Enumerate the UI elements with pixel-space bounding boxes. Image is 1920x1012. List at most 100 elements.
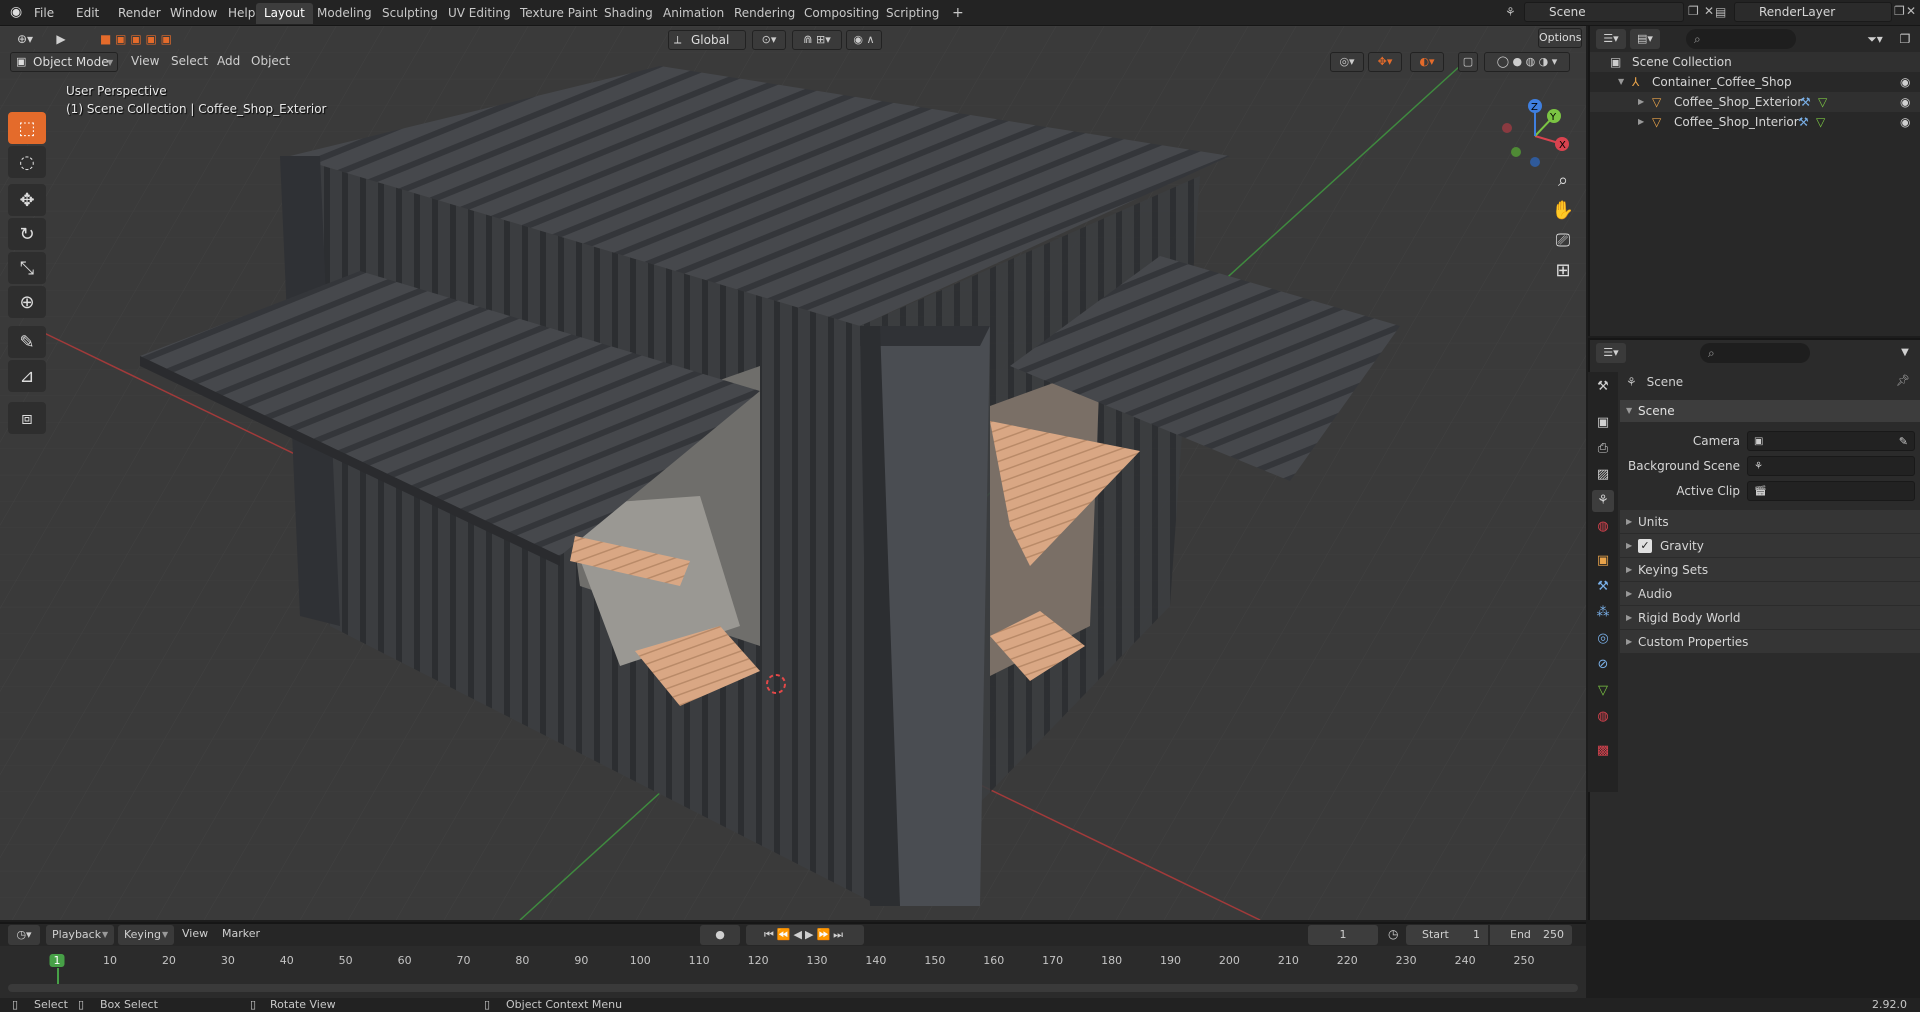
display-mode-button[interactable]: ▤▾ — [1630, 29, 1660, 49]
outliner-row-interior[interactable]: ▶ ▽ Coffee_Shop_Interior ⚒ ▽ ◉ — [1590, 112, 1920, 132]
tab-rendering[interactable]: Rendering — [726, 3, 803, 24]
eyedropper-icon[interactable]: ✎ — [1899, 430, 1908, 454]
keying-sets-panel-header[interactable]: ▶ Keying Sets — [1620, 558, 1920, 582]
tab-uv-editing[interactable]: UV Editing — [440, 3, 519, 24]
gravity-checkbox[interactable]: ✓ — [1638, 539, 1652, 553]
collapse-arrow-icon[interactable]: ▶ — [1638, 92, 1644, 112]
outliner-row-scene-collection[interactable]: ▣ Scene Collection — [1590, 52, 1920, 72]
end-frame-field[interactable]: End 250 — [1490, 925, 1572, 945]
timeline-menu-marker[interactable]: Marker — [222, 927, 260, 940]
editor-type-button[interactable]: ⊕▾ — [8, 29, 42, 49]
keying-menu[interactable]: Keying ▼ — [118, 925, 174, 945]
zoom-button[interactable]: ⌕ — [1548, 166, 1578, 196]
overlays-button[interactable]: ◐▾ — [1410, 52, 1444, 72]
tab-texture-paint[interactable]: Texture Paint — [512, 3, 605, 24]
move-tool[interactable]: ✥ — [8, 184, 46, 216]
blender-logo-icon[interactable]: ◉ — [10, 4, 22, 20]
tab-render[interactable]: ▣ — [1592, 412, 1614, 434]
background-scene-field[interactable]: ⚘ — [1747, 456, 1915, 476]
scene-panel-header[interactable]: ▼ Scene — [1620, 400, 1920, 422]
tab-tool[interactable]: ⚒ — [1592, 376, 1614, 398]
ortho-toggle-button[interactable]: ⊞ — [1548, 256, 1578, 286]
tab-layout[interactable]: Layout — [256, 3, 313, 24]
transform-orientation-selector[interactable]: ⟂ Global — [668, 30, 746, 50]
camera-view-button[interactable]: ⎚ — [1548, 226, 1578, 256]
xray-button[interactable]: ▢ — [1458, 52, 1478, 72]
new-collection-button[interactable]: ❐ — [1894, 29, 1916, 49]
timeline-editor-type-button[interactable]: ◷▾ — [8, 925, 40, 945]
units-panel-header[interactable]: ▶ Units — [1620, 510, 1920, 534]
pan-button[interactable]: ✋ — [1548, 196, 1578, 226]
measure-tool[interactable]: ⊿ — [8, 360, 46, 392]
add-cube-tool[interactable]: ⧈ — [8, 402, 46, 434]
new-layer-icon[interactable]: ❐ — [1894, 4, 1905, 18]
tab-constraints[interactable]: ⊘ — [1592, 654, 1614, 676]
active-clip-field[interactable]: 🎬︎ — [1747, 481, 1915, 501]
viewport-menu-object[interactable]: Object — [251, 52, 290, 70]
shading-mode-buttons[interactable]: ◯ ● ◍ ◑ ▾ — [1484, 52, 1570, 72]
tab-material[interactable]: ◍ — [1592, 706, 1614, 728]
pin-icon[interactable]: 📌︎ — [1896, 374, 1910, 387]
filter-button[interactable]: ⏷▾ — [1860, 29, 1890, 49]
tab-compositing[interactable]: Compositing — [796, 3, 887, 24]
options-chevron-button[interactable]: ▼ — [1894, 343, 1916, 363]
playhead-line[interactable] — [57, 968, 59, 984]
viewport-menu-select[interactable]: Select — [171, 52, 208, 70]
eye-icon[interactable]: ◉ — [1900, 112, 1910, 132]
tab-view-layer[interactable]: ▨ — [1592, 464, 1614, 486]
preview-range-icon[interactable]: ◷ — [1388, 927, 1398, 941]
visibility-button[interactable]: ◎▾ — [1330, 52, 1364, 72]
outliner-row-container[interactable]: ▼ ⅄ Container_Coffee_Shop ◉ — [1590, 72, 1920, 92]
tab-data[interactable]: ▽ — [1592, 680, 1614, 702]
new-scene-icon[interactable]: ❐ — [1688, 4, 1699, 18]
custom-properties-panel-header[interactable]: ▶ Custom Properties — [1620, 630, 1920, 654]
tab-texture[interactable]: ▩ — [1592, 740, 1614, 762]
expand-arrow-icon[interactable]: ▼ — [1618, 72, 1624, 92]
menu-help[interactable]: Help — [228, 4, 255, 22]
tab-animation[interactable]: Animation — [655, 3, 732, 24]
audio-panel-header[interactable]: ▶ Audio — [1620, 582, 1920, 606]
annotate-tool[interactable]: ✎ — [8, 326, 46, 358]
outliner-editor-type-button[interactable]: ☰▾ — [1596, 29, 1626, 49]
collapse-arrow-icon[interactable]: ▶ — [1638, 112, 1644, 132]
outliner-search-input[interactable]: ⌕ — [1686, 29, 1796, 49]
menu-window[interactable]: Window — [170, 4, 217, 22]
tab-scene[interactable]: ⚘ — [1592, 490, 1614, 512]
selection-mode-buttons[interactable]: ■ ▣ ▣ ▣ ▣ — [88, 29, 184, 49]
gizmos-button[interactable]: ✥▾ — [1368, 52, 1402, 72]
menu-file[interactable]: File — [34, 4, 54, 22]
pivot-point-button[interactable]: ⊙▾ — [752, 30, 786, 50]
proportional-edit-button[interactable]: ◉ ∧ — [846, 30, 882, 50]
tab-sculpting[interactable]: Sculpting — [374, 3, 446, 24]
camera-field[interactable]: ▣ ✎ — [1747, 431, 1915, 451]
mode-selector[interactable]: ▣ Object Mode ▼ — [10, 52, 118, 72]
tab-modeling[interactable]: Modeling — [309, 3, 380, 24]
tab-world[interactable]: ◍ — [1592, 516, 1614, 538]
start-frame-field[interactable]: Start 1 — [1406, 925, 1488, 945]
viewport-menu-add[interactable]: Add — [217, 52, 240, 70]
properties-search-input[interactable]: ⌕ — [1700, 343, 1810, 363]
snapping-button[interactable]: ⋒ ⊞▾ — [792, 30, 842, 50]
playback-menu[interactable]: Playback ▼ — [46, 925, 114, 945]
delete-layer-icon[interactable]: ✕ — [1906, 4, 1916, 18]
tab-object[interactable]: ▣ — [1592, 550, 1614, 572]
auto-keying-button[interactable]: ● — [700, 925, 740, 945]
options-dropdown[interactable]: Options — [1538, 28, 1582, 48]
viewport-menu-view[interactable]: View — [131, 52, 159, 70]
outliner-row-exterior[interactable]: ▶ ▽ Coffee_Shop_Exterior ⚒ ▽ ◉ — [1590, 92, 1920, 112]
tweak-mode-button[interactable]: ▶ — [50, 29, 72, 49]
tab-modifiers[interactable]: ⚒ — [1592, 576, 1614, 598]
timeline-menu-view[interactable]: View — [182, 927, 208, 940]
timeline-scrollbar[interactable] — [8, 984, 1578, 992]
properties-editor-type-button[interactable]: ☰▾ — [1596, 343, 1626, 363]
scene-selector[interactable]: ⚘ Scene — [1505, 2, 1684, 22]
eye-icon[interactable]: ◉ — [1900, 92, 1910, 112]
scale-tool[interactable]: ⤡ — [8, 252, 46, 284]
tab-shading[interactable]: Shading — [596, 3, 661, 24]
current-frame-field[interactable]: 1 — [1308, 925, 1378, 945]
tab-physics[interactable]: ◎ — [1592, 628, 1614, 650]
tab-scripting[interactable]: Scripting — [878, 3, 947, 24]
rigid-body-world-panel-header[interactable]: ▶ Rigid Body World — [1620, 606, 1920, 630]
delete-scene-icon[interactable]: ✕ — [1704, 4, 1714, 18]
transform-tool[interactable]: ⊕ — [8, 286, 46, 318]
